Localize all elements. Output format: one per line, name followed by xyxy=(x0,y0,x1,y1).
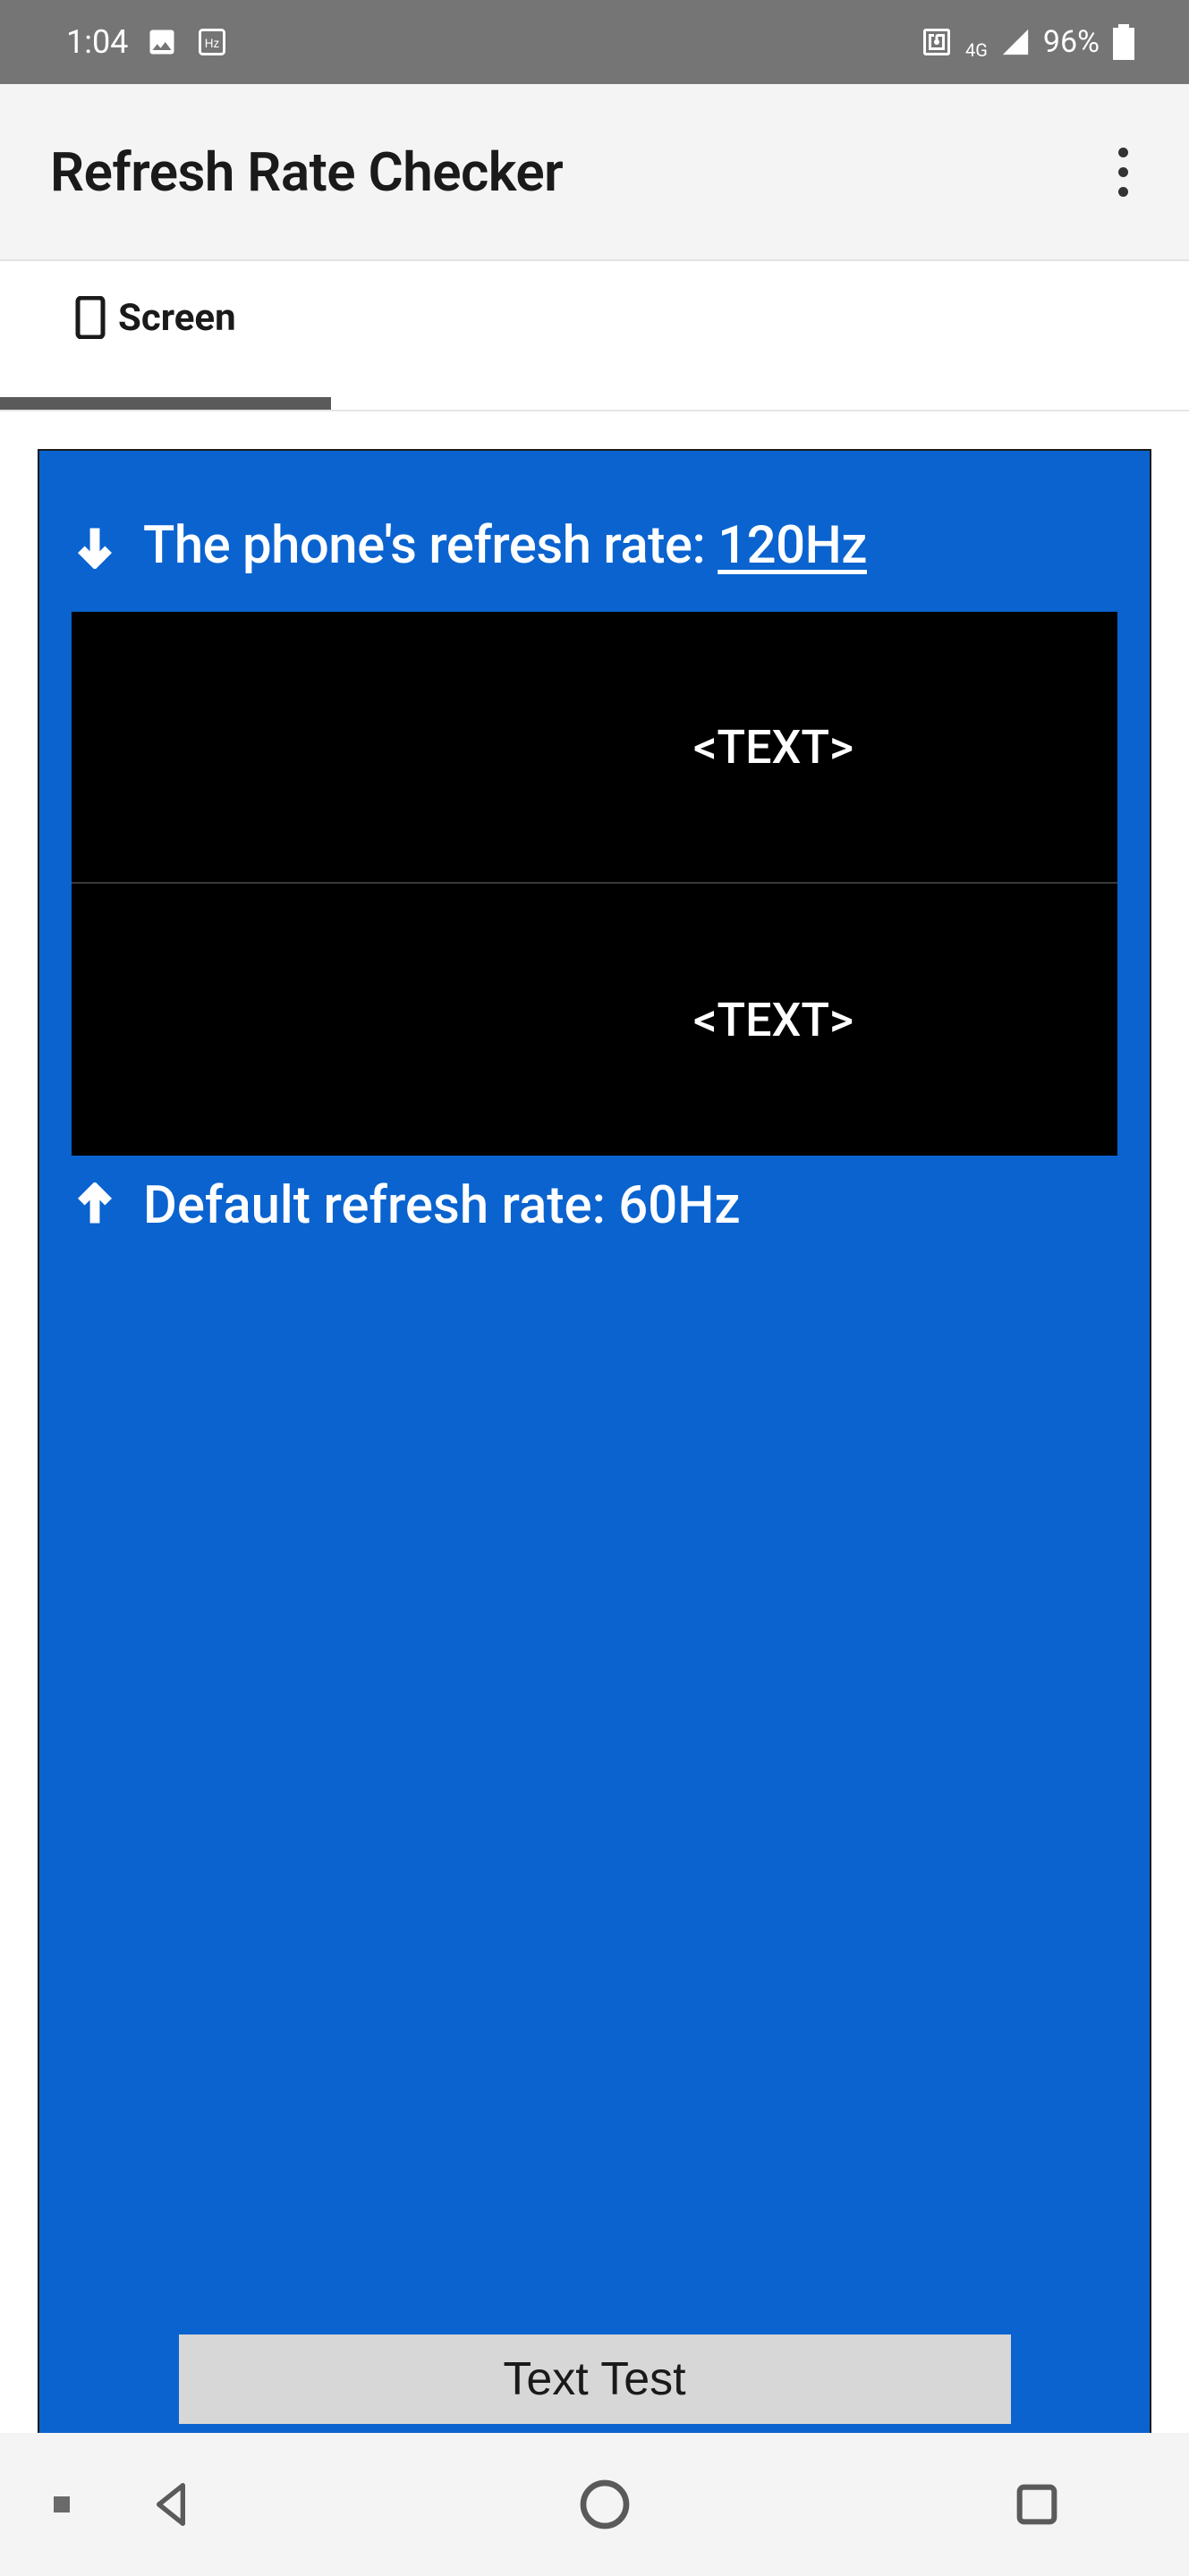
phone-rate-prefix: The phone's refresh rate: xyxy=(143,515,718,576)
app-title: Refresh Rate Checker xyxy=(50,140,563,204)
home-button[interactable] xyxy=(576,2476,633,2533)
hz-icon: Hz xyxy=(196,26,228,58)
back-button[interactable] xyxy=(142,2476,200,2533)
battery-icon xyxy=(1112,24,1135,60)
status-left: 1:04 Hz xyxy=(66,23,228,61)
default-rate-text: Default refresh rate: 60Hz xyxy=(143,1175,741,1236)
svg-text:Hz: Hz xyxy=(205,37,220,50)
text-placeholder-1: <TEXT> xyxy=(72,612,1117,884)
app-bar: Refresh Rate Checker xyxy=(0,84,1189,261)
tab-indicator xyxy=(0,397,331,410)
arrow-down-icon xyxy=(72,522,118,569)
tab-bar: Screen xyxy=(0,261,1189,411)
main-card: The phone's refresh rate: 120Hz <TEXT> <… xyxy=(38,449,1151,2576)
phone-rate-text: The phone's refresh rate: 120Hz xyxy=(143,515,867,576)
system-nav-bar xyxy=(0,2433,1189,2576)
status-bar: 1:04 Hz 4G 96% xyxy=(0,0,1189,84)
placeholder1-label: <TEXT> xyxy=(693,720,854,775)
text-test-button[interactable]: Text Test xyxy=(179,2334,1011,2424)
status-right: 4G 96% xyxy=(921,23,1135,61)
phone-rate-row: The phone's refresh rate: 120Hz xyxy=(72,451,1117,612)
placeholder2-label: <TEXT> xyxy=(693,993,854,1047)
phone-rate-value: 120Hz xyxy=(718,515,867,576)
phone-icon xyxy=(75,296,106,339)
tab-screen[interactable]: Screen xyxy=(0,261,263,410)
default-rate-row: Default refresh rate: 60Hz xyxy=(72,1156,1117,1236)
nav-small-square xyxy=(54,2496,70,2512)
text-placeholder-2: <TEXT> xyxy=(72,884,1117,1156)
status-time: 1:04 xyxy=(66,23,128,61)
signal-icon xyxy=(1000,27,1031,57)
more-options-button[interactable] xyxy=(1100,130,1146,215)
image-icon xyxy=(146,26,178,58)
nfc-icon xyxy=(921,26,953,58)
recent-apps-button[interactable] xyxy=(1011,2479,1063,2530)
battery-percent: 96% xyxy=(1043,24,1100,60)
tab-screen-label: Screen xyxy=(118,296,236,340)
black-panels: <TEXT> <TEXT> xyxy=(72,612,1117,1156)
network-label: 4G xyxy=(965,39,988,61)
arrow-up-icon xyxy=(72,1182,118,1229)
